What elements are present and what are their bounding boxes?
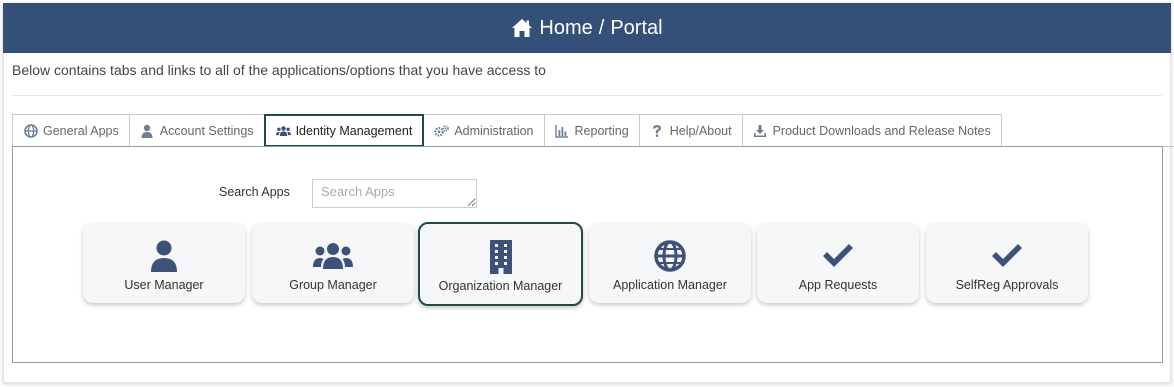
home-icon	[511, 18, 533, 38]
check-icon	[821, 239, 855, 273]
app-card-app-requests[interactable]: App Requests	[757, 223, 919, 303]
app-card-label: Organization Manager	[438, 279, 563, 293]
tab-general-apps[interactable]: General Apps	[12, 114, 130, 147]
user-icon	[150, 239, 178, 273]
check-icon	[990, 239, 1024, 273]
app-card-label: App Requests	[798, 278, 878, 292]
tab-label: General Apps	[43, 123, 119, 138]
search-input[interactable]	[312, 179, 477, 208]
users-icon	[275, 124, 291, 138]
tab-bar: General Apps Account Settings Identity M…	[12, 114, 1174, 147]
tab-identity-management[interactable]: Identity Management	[263, 114, 425, 147]
app-card-application-manager[interactable]: Application Manager	[589, 223, 751, 303]
tab-account-settings[interactable]: Account Settings	[129, 114, 265, 147]
app-card-organization-manager[interactable]: Organization Manager	[418, 222, 583, 306]
app-card-label: User Manager	[124, 278, 204, 292]
tab-product-downloads[interactable]: Product Downloads and Release Notes	[742, 114, 1002, 147]
intro-divider	[12, 95, 1162, 96]
intro-text: Below contains tabs and links to all of …	[12, 62, 546, 78]
header-title-portal: Portal	[610, 16, 663, 39]
globe-icon	[654, 239, 686, 273]
header-title-home: Home	[539, 16, 593, 39]
page-header: Home / Portal	[3, 3, 1171, 53]
tab-administration[interactable]: Administration	[424, 114, 545, 147]
tab-label: Administration	[454, 123, 534, 138]
search-label: Search Apps	[219, 185, 290, 199]
question-icon	[650, 124, 665, 138]
app-card-selfreg-approvals[interactable]: SelfReg Approvals	[926, 223, 1088, 303]
tab-bar-tail	[1001, 114, 1174, 147]
tab-label: Account Settings	[159, 123, 254, 138]
tab-label: Identity Management	[295, 123, 413, 138]
app-card-label: Application Manager	[613, 278, 727, 292]
globe-icon	[23, 123, 38, 138]
tab-label: Reporting	[574, 123, 629, 138]
app-card-label: Group Manager	[289, 278, 377, 292]
user-icon	[140, 124, 155, 138]
gears-icon	[434, 124, 450, 138]
header-separator: /	[598, 16, 605, 39]
building-icon	[489, 240, 513, 274]
app-card-label: SelfReg Approvals	[955, 278, 1059, 292]
tab-label: Product Downloads and Release Notes	[772, 123, 991, 138]
app-card-group-manager[interactable]: Group Manager	[252, 223, 414, 303]
download-icon	[753, 124, 768, 138]
app-card-user-manager[interactable]: User Manager	[83, 223, 245, 303]
users-icon	[313, 239, 353, 273]
tab-label: Help/About	[669, 123, 732, 138]
tab-reporting[interactable]: Reporting	[544, 114, 640, 147]
bar-chart-icon	[555, 124, 570, 138]
tab-help-about[interactable]: Help/About	[639, 114, 743, 147]
